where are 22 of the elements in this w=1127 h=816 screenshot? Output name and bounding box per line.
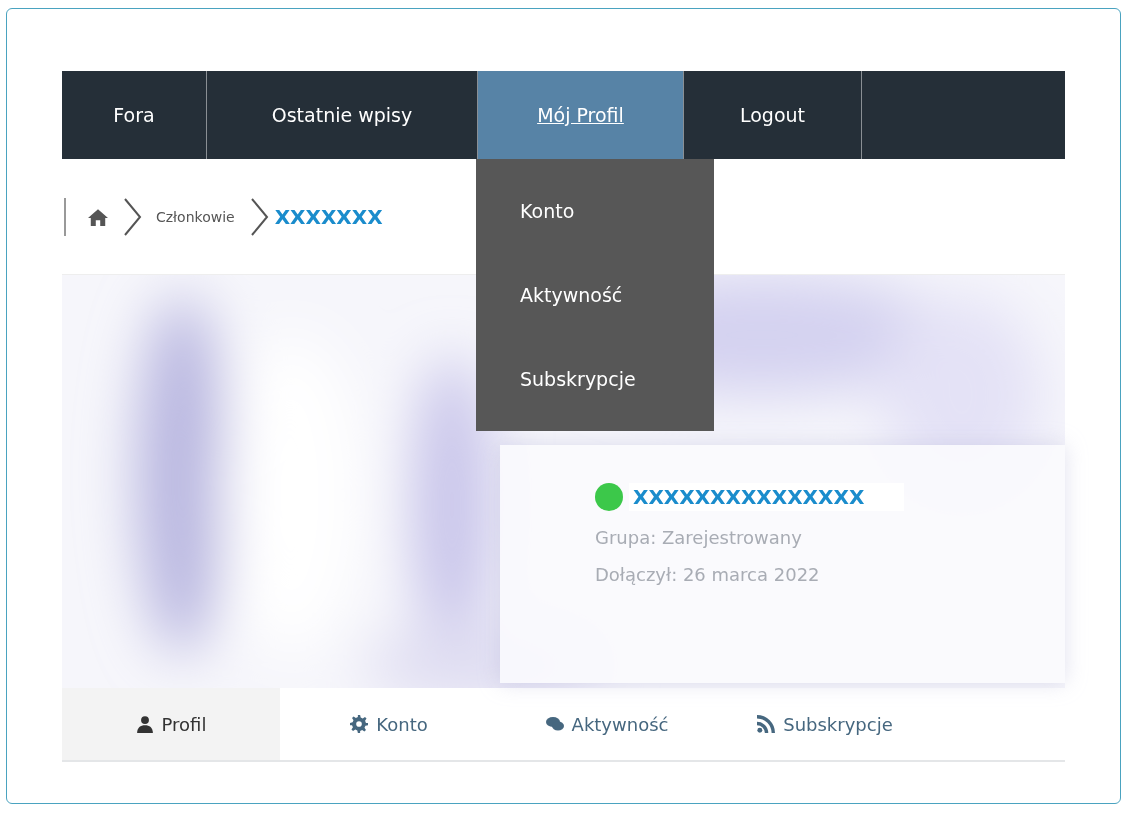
profile-tab[interactable]: Profil xyxy=(62,688,280,760)
tab-label: Profil xyxy=(161,713,207,735)
nav-item[interactable]: Fora xyxy=(62,71,207,159)
dropdown-item[interactable]: Subskrypcje xyxy=(476,337,714,421)
tab-label: Aktywność xyxy=(571,713,669,735)
chat-icon xyxy=(545,715,564,733)
user-icon xyxy=(135,715,154,733)
tab-label: Konto xyxy=(376,713,428,735)
group-text: Grupa: Zarejestrowany xyxy=(595,527,803,548)
username-link[interactable]: XXXXXXXXXXXXXXX xyxy=(629,483,905,511)
chevron-icon xyxy=(122,196,142,237)
breadcrumb-link[interactable]: Członkowie xyxy=(156,208,235,225)
nav-item[interactable]: Mój Profil xyxy=(478,71,684,159)
tab-label: Subskrypcje xyxy=(783,713,893,735)
home-icon[interactable] xyxy=(88,207,108,226)
gear-icon xyxy=(350,715,369,733)
chevron-icon xyxy=(248,196,269,237)
joined-date: Dołączył: 26 marca 2022 xyxy=(595,564,821,585)
dropdown-item[interactable]: Konto xyxy=(476,169,714,253)
breadcrumb-current: XXXXXXX xyxy=(274,204,383,229)
dropdown-item[interactable]: Aktywność xyxy=(476,253,714,337)
rss-icon xyxy=(757,715,776,733)
